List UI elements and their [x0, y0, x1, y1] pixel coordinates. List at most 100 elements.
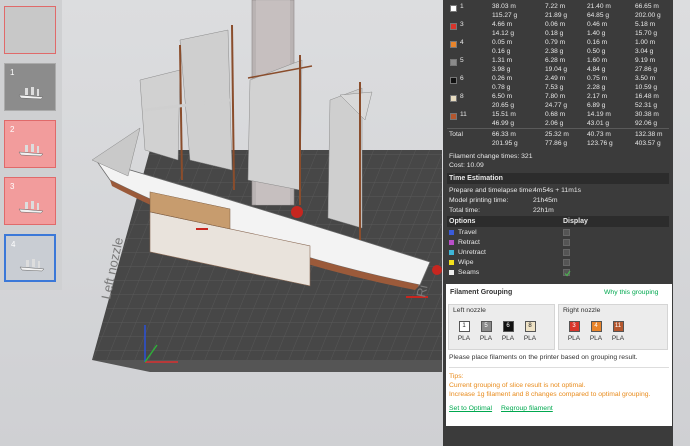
filament-type: PLA [611, 335, 625, 342]
legend-swatch [449, 239, 454, 245]
filament-chip: 5 [480, 321, 492, 332]
why-grouping-link[interactable]: Why this grouping [604, 289, 658, 296]
filament-color-swatch [450, 5, 457, 12]
plate-number: 1 [10, 68, 15, 77]
filament-col4: 5.18 m 15.70 g [635, 21, 657, 37]
option-label: Unretract [458, 249, 486, 256]
option-label: Seams [458, 269, 480, 276]
total-time-value: 22h1m [533, 207, 554, 214]
filament-col3: 1.60 m 4.84 g [587, 57, 608, 73]
filament-chip: 1 [458, 321, 470, 332]
legend-swatch [449, 229, 454, 235]
filament-id: 5 [460, 57, 464, 64]
display-checkbox[interactable] [563, 269, 571, 277]
filament-chip: 6 [502, 321, 514, 332]
filament-col3: 2.17 m 6.89 g [587, 93, 608, 109]
total-c4: 132.38 m 403.57 g [635, 131, 663, 147]
filament-row: 1 38.03 m 115.27 g 7.22 m 21.89 g 21.40 m 64.8… [447, 3, 669, 21]
tip-increase: Increase 1g filament and 8 changes compa… [449, 391, 651, 398]
filament-col4: 66.65 m 202.00 g [635, 3, 661, 19]
plate-number: 4 [11, 240, 16, 249]
filament-id: 4 [460, 39, 464, 46]
display-checkbox[interactable] [563, 259, 570, 266]
plate-thumbnail-2[interactable]: 1 [4, 63, 56, 111]
filament-row: 6 0.26 m 0.78 g 2.49 m 7.53 g 0.75 m 2.28 g 3.5… [447, 75, 669, 93]
filament-col1: 38.03 m 115.27 g [492, 3, 518, 19]
filament-id: 11 [460, 111, 467, 118]
filament-chip: 8 [524, 321, 536, 332]
display-checkbox[interactable] [563, 239, 570, 246]
legend-swatch [449, 249, 454, 255]
filament-type: PLA [457, 335, 471, 342]
legend-swatch [449, 269, 454, 275]
filament-col2: 0.06 m 0.18 g [545, 21, 566, 37]
filament-col2: 6.28 m 19.04 g [545, 57, 567, 73]
grouped-filament[interactable]: 5 PLA [477, 321, 495, 342]
filament-col2: 7.80 m 24.77 g [545, 93, 567, 109]
set-to-optimal-link[interactable]: Set to Optimal [449, 405, 492, 412]
display-checkbox[interactable] [563, 249, 570, 256]
filament-col4: 16.48 m 52.31 g [635, 93, 659, 109]
total-label: Total [449, 131, 463, 138]
filament-col1: 0.26 m 0.78 g [492, 75, 513, 91]
tips-label: Tips: [449, 373, 464, 380]
filament-type: PLA [501, 335, 515, 342]
model-time-label: Model printing time: [449, 197, 509, 204]
display-checkbox[interactable] [563, 229, 570, 236]
filament-col2: 2.49 m 7.53 g [545, 75, 566, 91]
option-travel: Travel [449, 228, 477, 238]
sail-main-1 [139, 69, 181, 161]
regroup-filament-link[interactable]: Regroup filament [501, 405, 553, 412]
grouped-filament[interactable]: 11 PLA [609, 321, 627, 342]
grouped-filament[interactable]: 6 PLA [499, 321, 517, 342]
model-time-value: 21h45m [533, 197, 558, 204]
filament-col1: 1.31 m 3.98 g [492, 57, 513, 73]
filament-color-swatch [450, 23, 457, 30]
prep-time-value: 4m54s + 11m1s [533, 187, 582, 194]
filament-col3: 14.19 m 43.01 g [587, 111, 611, 127]
filament-col1: 4.66 m 14.12 g [492, 21, 514, 37]
display-label: Display [563, 218, 588, 225]
filament-type: PLA [479, 335, 493, 342]
ship-preview-icon [18, 87, 44, 100]
plate-thumbnail-4[interactable]: 3 [4, 177, 56, 225]
filament-col4: 3.50 m 10.59 g [635, 75, 657, 91]
filament-id: 3 [460, 21, 464, 28]
filament-col3: 0.75 m 2.28 g [587, 75, 608, 91]
right-nozzle-title: Right nozzle [563, 307, 601, 314]
option-label: Retract [458, 239, 480, 246]
option-wipe: Wipe [449, 258, 474, 268]
filament-chip: 11 [612, 321, 624, 332]
left-nozzle-title: Left nozzle [453, 307, 486, 314]
filament-id: 8 [460, 93, 464, 100]
grouped-filament[interactable]: 4 PLA [587, 321, 605, 342]
filament-col4: 30.38 m 92.06 g [635, 111, 659, 127]
grouped-filament[interactable]: 1 PLA [455, 321, 473, 342]
plate-thumbnail-1[interactable] [4, 6, 56, 54]
filament-col1: 15.51 m 46.99 g [492, 111, 516, 127]
plate-thumbnail-5[interactable]: 4 [4, 234, 56, 282]
divider [447, 128, 669, 129]
filament-type: PLA [567, 335, 581, 342]
grouping-note: Please place filaments on the printer ba… [449, 354, 638, 361]
cost: Cost: 10.09 [449, 162, 484, 169]
filament-col1: 6.50 m 20.65 g [492, 93, 514, 109]
filament-row: 5 1.31 m 3.98 g 6.28 m 19.04 g 1.60 m 4.84 g 9.… [447, 57, 669, 75]
filament-id: 1 [460, 3, 464, 10]
sail-mizzen [247, 59, 303, 191]
sail-fore [91, 127, 141, 177]
total-time-label: Total time: [449, 207, 480, 214]
filament-id: 6 [460, 75, 464, 82]
grouping-title: Filament Grouping [450, 289, 513, 296]
grouped-filament[interactable]: 8 PLA [521, 321, 539, 342]
left-nozzle-group: Left nozzle 1 PLA 5 PLA 6 PLA 8 PLA [448, 304, 555, 350]
time-estimation-header: Time Estimation [447, 173, 669, 184]
total-c1: 66.33 m 201.95 g [492, 131, 518, 147]
filament-col3: 0.16 m 0.50 g [587, 39, 608, 55]
plate-number: 3 [10, 182, 15, 191]
plate-thumbnail-3[interactable]: 2 [4, 120, 56, 168]
total-c3: 40.73 m 123.76 g [587, 131, 613, 147]
filament-col2: 7.22 m 21.89 g [545, 3, 567, 19]
grouped-filament[interactable]: 3 PLA [565, 321, 583, 342]
filament-col1: 0.05 m 0.16 g [492, 39, 513, 55]
